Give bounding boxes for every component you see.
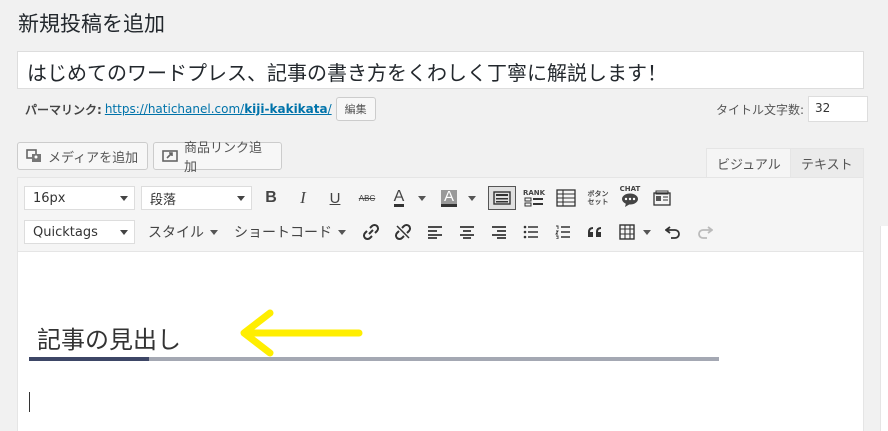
add-media-button[interactable]: メディアを追加 xyxy=(17,142,148,170)
bold-icon[interactable]: B xyxy=(257,186,285,210)
align-right-icon[interactable] xyxy=(485,220,513,244)
add-product-link-label: 商品リンク追加 xyxy=(184,141,263,175)
chevron-down-icon xyxy=(120,230,128,235)
permalink-row: パーマリンク: https://hatichanel.com/kiji-kaki… xyxy=(25,97,376,121)
permalink-base: https://hatichanel.com/ xyxy=(104,102,245,116)
text-color-icon[interactable]: A xyxy=(385,186,413,210)
table-icon[interactable] xyxy=(552,186,580,210)
tab-visual[interactable]: ビジュアル xyxy=(706,148,792,177)
chevron-down-icon xyxy=(338,229,346,235)
redo-icon[interactable] xyxy=(691,220,719,244)
product-link-icon xyxy=(162,149,178,163)
post-title-input[interactable]: はじめてのワードプレス、記事の書き方をくわしく丁寧に解説します！ xyxy=(17,51,864,89)
chevron-down-icon xyxy=(237,196,245,201)
strikethrough-icon[interactable]: ABC xyxy=(353,186,381,210)
heading-underline-accent xyxy=(29,357,149,361)
format-select[interactable]: 段落 xyxy=(141,186,252,210)
permalink-slug: kiji-kakikata xyxy=(244,102,328,116)
chevron-down-icon[interactable] xyxy=(418,196,426,201)
page-title: 新規投稿を追加 xyxy=(18,12,165,36)
media-icon xyxy=(26,149,42,163)
rank-icon[interactable]: RANK xyxy=(520,186,548,210)
numbered-list-icon[interactable] xyxy=(549,220,577,244)
bullet-list-icon[interactable] xyxy=(517,220,545,244)
blog-card-icon[interactable] xyxy=(648,186,676,210)
button-set-label-2: セット xyxy=(587,198,609,206)
shortcode-dropdown[interactable]: ショートコード xyxy=(234,220,346,244)
align-left-icon[interactable] xyxy=(421,220,449,244)
text-color-label: A xyxy=(393,188,405,207)
edit-permalink-button[interactable]: 編集 xyxy=(335,97,376,121)
quicktags-select[interactable]: Quicktags xyxy=(24,220,135,244)
chat-label: CHAT xyxy=(619,185,641,193)
button-set-icon[interactable]: ボタン セット xyxy=(584,186,612,210)
font-size-select[interactable]: 16px xyxy=(24,186,135,210)
text-cursor xyxy=(29,392,30,412)
shortcode-dropdown-label: ショートコード xyxy=(234,225,332,241)
button-set-label-1: ボタン xyxy=(587,190,609,198)
permalink-link[interactable]: https://hatichanel.com/kiji-kakikata/ xyxy=(105,102,332,116)
add-product-link-button[interactable]: 商品リンク追加 xyxy=(153,141,282,175)
sidebar-edge xyxy=(880,226,888,431)
align-center-icon[interactable] xyxy=(453,220,481,244)
blockquote-icon[interactable] xyxy=(581,220,609,244)
title-count-label: タイトル文字数: xyxy=(716,102,805,117)
permalink-label: パーマリンク: xyxy=(25,102,102,117)
editor-toolbar: 16px 段落 B I U ABC A A RANK ボタン セット CHAT … xyxy=(18,178,863,252)
undo-icon[interactable] xyxy=(659,220,687,244)
quicktags-value: Quicktags xyxy=(33,224,98,240)
tab-text[interactable]: テキスト xyxy=(790,148,864,177)
chevron-down-icon xyxy=(120,196,128,201)
chevron-down-icon xyxy=(210,229,218,235)
table-insert-icon[interactable] xyxy=(613,220,641,244)
permalink-suffix: / xyxy=(327,102,332,116)
unlink-icon[interactable] xyxy=(389,220,417,244)
style-dropdown-label: スタイル xyxy=(148,225,204,241)
toolbar-toggle-icon[interactable] xyxy=(488,186,516,210)
title-count-value: 32 xyxy=(808,96,869,122)
italic-icon[interactable]: I xyxy=(289,186,317,210)
chevron-down-icon[interactable] xyxy=(468,196,476,201)
title-count: タイトル文字数: 32 xyxy=(716,96,869,122)
font-size-value: 16px xyxy=(33,190,66,206)
annotation-arrow-icon xyxy=(240,309,363,357)
format-value: 段落 xyxy=(150,192,177,208)
add-media-label: メディアを追加 xyxy=(48,150,139,166)
underline-icon[interactable]: U xyxy=(321,186,349,210)
chevron-down-icon[interactable] xyxy=(643,230,651,235)
link-icon[interactable] xyxy=(357,220,385,244)
chat-icon[interactable]: CHAT xyxy=(616,184,644,208)
content-heading: 記事の見出し xyxy=(37,326,181,354)
rank-label: RANK xyxy=(522,189,546,197)
editor-content[interactable]: 記事の見出し xyxy=(18,252,863,431)
bg-color-label: A xyxy=(440,189,457,207)
editor: 16px 段落 B I U ABC A A RANK ボタン セット CHAT … xyxy=(17,177,864,431)
style-dropdown[interactable]: スタイル xyxy=(148,220,218,244)
background-color-icon[interactable]: A xyxy=(435,186,463,210)
